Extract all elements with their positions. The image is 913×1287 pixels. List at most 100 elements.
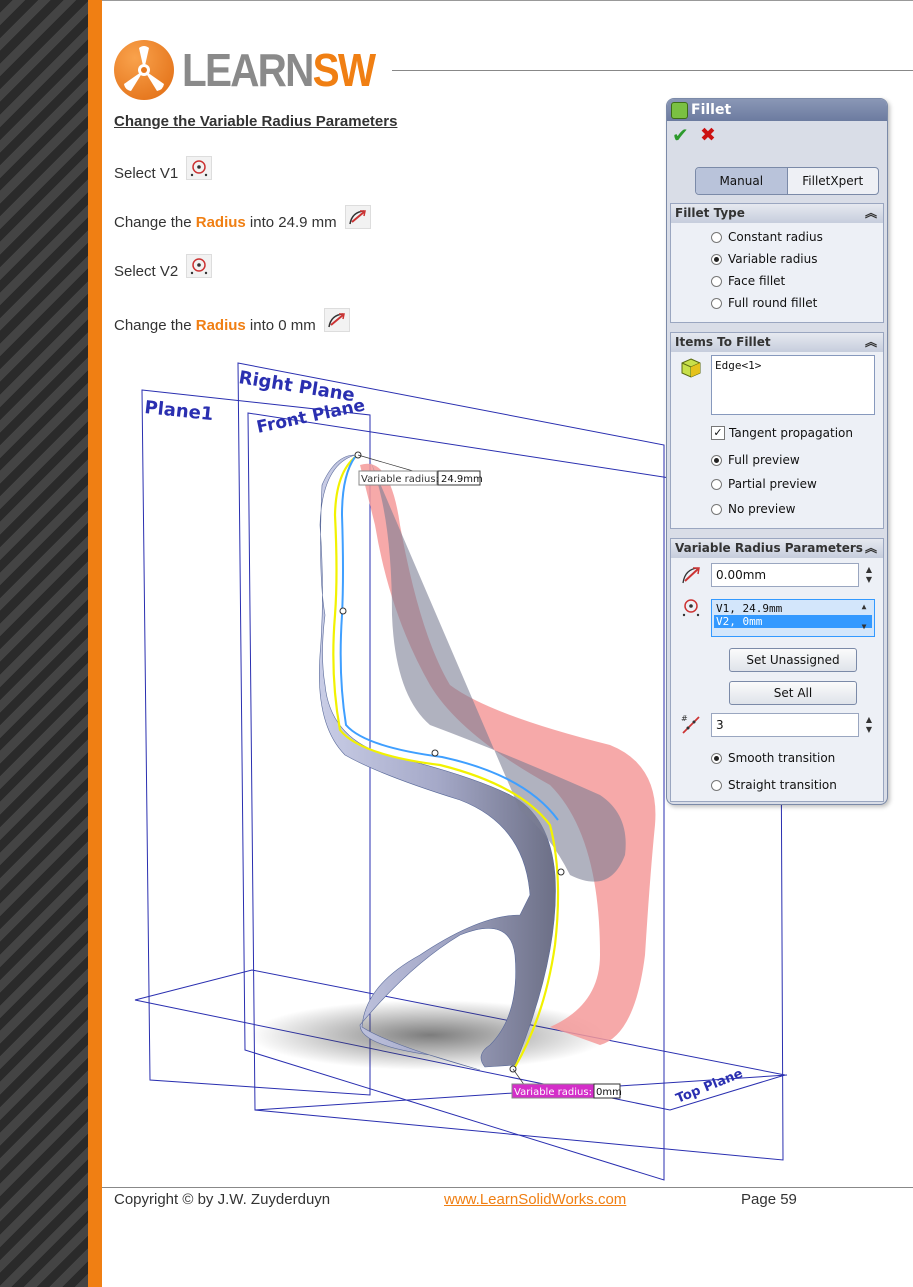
radio-icon[interactable]: [711, 231, 722, 243]
radio-straight-transition[interactable]: Straight transition: [711, 778, 837, 792]
radio-icon[interactable]: [711, 253, 722, 265]
list-item-selected[interactable]: V2, 0mm: [714, 615, 872, 628]
list-item[interactable]: Edge<1>: [715, 359, 871, 372]
radio-icon[interactable]: [711, 503, 722, 515]
radio-icon[interactable]: [711, 752, 722, 764]
radio-label: Full round fillet: [728, 296, 818, 310]
callout-v2-value[interactable]: 0mm: [596, 1087, 622, 1098]
radius-icon: [344, 205, 371, 229]
radius-highlight: Radius: [195, 213, 246, 231]
top-border: [0, 0, 913, 1]
radio-icon[interactable]: [711, 779, 722, 791]
group-header[interactable]: Variable Radius Parameters ︽: [671, 539, 883, 558]
ok-checkmark-icon[interactable]: ✔: [672, 123, 689, 147]
carbon-stripe: [0, 0, 88, 1287]
items-to-fillet-group: Items To Fillet ︽ Edge<1> ✓ Tangent propag…: [670, 332, 884, 529]
radio-label: Partial preview: [728, 477, 817, 491]
callout-v2[interactable]: Variable radius: 0mm: [511, 1083, 622, 1099]
instruction-radius-v2: Change the Radius into 0 mm: [114, 308, 350, 338]
radio-partial-preview[interactable]: Partial preview: [711, 477, 817, 491]
radio-face-fillet[interactable]: Face fillet: [711, 274, 785, 288]
radio-icon[interactable]: [711, 454, 722, 466]
callout-v2-label: Variable radius:: [514, 1087, 592, 1098]
radio-smooth-transition[interactable]: Smooth transition: [711, 751, 835, 765]
panel-title: Fillet: [691, 102, 732, 118]
radio-label: Face fillet: [728, 274, 786, 288]
instruction-radius-v1: Change the Radius into 24.9 mm: [114, 205, 371, 235]
instances-field[interactable]: 3: [711, 713, 859, 737]
control-point[interactable]: [557, 868, 565, 876]
chair-shadow: [250, 1000, 610, 1070]
radio-icon[interactable]: [711, 297, 722, 309]
tab-filletxpert[interactable]: FilletXpert: [788, 168, 879, 194]
set-all-button[interactable]: Set All: [729, 681, 857, 705]
checkbox-icon[interactable]: ✓: [711, 426, 725, 440]
svg-text:#: #: [681, 714, 688, 723]
instruction-text: Select V1: [114, 164, 179, 182]
instruction-text: Change the: [114, 316, 196, 334]
radius-highlight: Radius: [195, 316, 246, 334]
section-heading: Change the Variable Radius Parameters: [114, 113, 398, 130]
tab-manual[interactable]: Manual: [696, 168, 788, 194]
cancel-x-icon[interactable]: ✖: [700, 123, 716, 147]
logo-text-learn: LEARN: [182, 44, 314, 96]
logo-emblem-icon: [114, 40, 174, 100]
list-item[interactable]: V1, 24.9mm: [714, 602, 872, 615]
callout-v1[interactable]: Variable radius: 24.9mm: [358, 470, 483, 486]
radio-icon[interactable]: [711, 478, 722, 490]
instances-spinner[interactable]: ▲ ▼: [863, 715, 875, 735]
radius-spinner[interactable]: ▲ ▼: [863, 565, 875, 585]
radio-label: No preview: [728, 502, 796, 516]
edge-list-box[interactable]: Edge<1>: [711, 355, 875, 415]
fillet-type-group: Fillet Type ︽ Constant radius Variable ra…: [670, 203, 884, 323]
panel-title-bar: Fillet: [667, 99, 887, 121]
radio-full-preview[interactable]: Full preview: [711, 453, 800, 467]
instruction-text: into 24.9 mm: [245, 213, 337, 231]
footer-rule: [102, 1187, 913, 1188]
list-scroll-arrows[interactable]: ▲ ▼: [858, 602, 870, 632]
radio-no-preview[interactable]: No preview: [711, 502, 795, 516]
radio-variable-radius[interactable]: Variable radius: [711, 252, 818, 266]
footer-page-number: Page 59: [741, 1191, 797, 1208]
control-point[interactable]: [431, 749, 439, 757]
set-unassigned-button[interactable]: Set Unassigned: [729, 648, 857, 672]
radius-value-field[interactable]: 0.00mm: [711, 563, 859, 587]
collapse-chevron-icon[interactable]: ︽: [865, 333, 877, 352]
group-title: Items To Fillet: [675, 335, 771, 349]
instruction-select-v1: Select V1: [114, 156, 213, 186]
callout-v1-value[interactable]: 24.9mm: [441, 474, 483, 485]
radio-label: Constant radius: [728, 230, 823, 244]
radio-label: Full preview: [728, 453, 800, 467]
vertex-select-icon: [186, 254, 213, 278]
radius-icon: [682, 567, 700, 584]
callout-leader: [512, 1068, 526, 1087]
tangent-propagation-checkbox[interactable]: ✓ Tangent propagation: [711, 426, 853, 440]
collapse-chevron-icon[interactable]: ︽: [865, 539, 877, 558]
radio-icon[interactable]: [711, 275, 722, 287]
logo-text-sw: SW: [312, 44, 376, 96]
learnsw-logo: LEARNSW: [114, 38, 401, 102]
collapse-chevron-icon[interactable]: ︽: [865, 204, 877, 223]
group-header[interactable]: Items To Fillet ︽: [671, 333, 883, 352]
vertex-list-box[interactable]: V1, 24.9mm V2, 0mm ▲ ▼: [711, 599, 875, 637]
ok-cancel-bar: ✔ ✖: [667, 121, 887, 149]
logo-tri-blade-icon: [124, 46, 164, 91]
group-header[interactable]: Fillet Type ︽: [671, 204, 883, 223]
control-point[interactable]: [339, 607, 347, 615]
orange-bar: [88, 0, 102, 1287]
footer-website-link[interactable]: www.LearnSolidWorks.com: [444, 1191, 626, 1208]
radio-label: Smooth transition: [728, 751, 836, 765]
radio-label: Variable radius: [728, 252, 818, 266]
radio-constant-radius[interactable]: Constant radius: [711, 230, 823, 244]
edge-selection-cube-icon: [681, 358, 701, 378]
vertex-select-icon: [682, 599, 700, 617]
group-title: Variable Radius Parameters: [675, 541, 863, 555]
instruction-text: Select V2: [114, 262, 179, 280]
radio-full-round-fillet[interactable]: Full round fillet: [711, 296, 817, 310]
plane1-label: Plane1: [143, 397, 214, 425]
fillet-property-manager: Fillet ✔ ✖ Manual FilletXpert Fillet Typ…: [666, 98, 888, 805]
fillet-mode-tabs: Manual FilletXpert: [695, 167, 879, 195]
footer-copyright: Copyright © by J.W. Zuyderduyn: [114, 1191, 331, 1208]
front-plane-label: Front Plane: [255, 395, 367, 437]
group-title: Fillet Type: [675, 206, 745, 220]
